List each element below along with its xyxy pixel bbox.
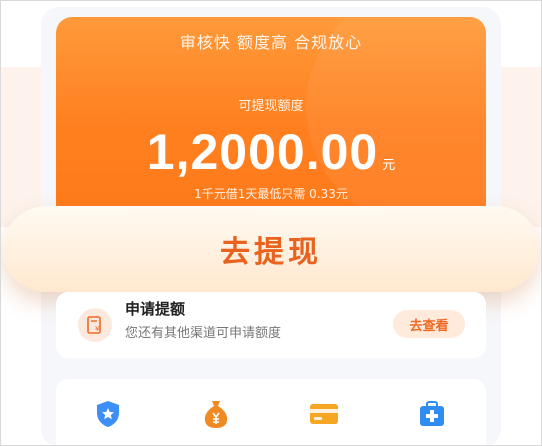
apply-title: 申请提额: [125, 300, 186, 318]
available-amount: 1,2000.00: [146, 124, 379, 180]
medical-kit-icon[interactable]: [417, 399, 447, 429]
credit-limit-card: 审核快 额度高 合规放心 可提现额度 1,2000.00 元 1千元借1天最低只需…: [56, 17, 486, 222]
withdraw-button-label: 去提现: [220, 235, 322, 270]
interest-rate-text: 1千元借1天最低只需 0.33元: [194, 187, 348, 201]
app-screen: 审核快 额度高 合规放心 可提现额度 1,2000.00 元 1千元借1天最低只需…: [0, 0, 542, 446]
slogan-text: 审核快 额度高 合规放心: [179, 33, 363, 52]
amount-row: 1,2000.00 元: [56, 123, 486, 181]
view-button[interactable]: 去查看: [393, 310, 465, 338]
apply-description: 您还有其他渠道可申请额度: [125, 326, 282, 341]
limit-document-icon: ¥: [78, 308, 112, 342]
withdraw-button[interactable]: 去提现: [3, 206, 539, 292]
svg-text:¥: ¥: [95, 325, 100, 333]
available-amount-label: 可提现额度: [238, 99, 304, 114]
amount-unit: 元: [382, 158, 396, 173]
bank-card-icon[interactable]: [309, 399, 339, 429]
shield-star-icon[interactable]: [93, 399, 123, 429]
money-bag-icon[interactable]: [201, 399, 231, 429]
service-shortcuts: [56, 379, 486, 445]
apply-increase-card[interactable]: ¥ 申请提额 您还有其他渠道可申请额度 去查看: [56, 292, 486, 358]
